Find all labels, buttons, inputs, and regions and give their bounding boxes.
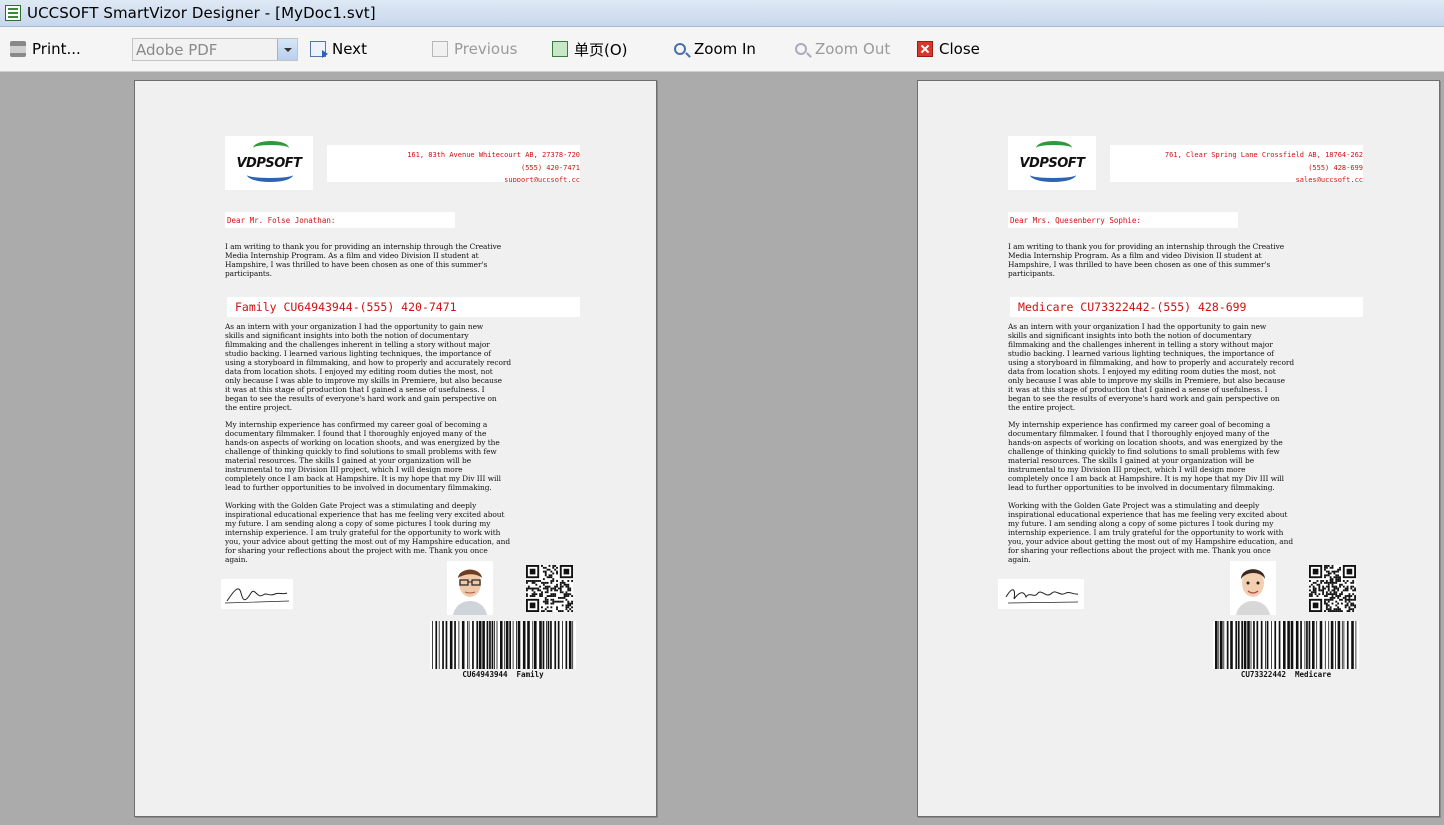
letter-paragraph-4: Working with the Golden Gate Project was… — [225, 501, 511, 564]
print-preview-area[interactable]: VDPSOFT 161, 83th Avenue Whitecourt AB, … — [0, 72, 1444, 825]
portrait-photo — [447, 561, 493, 615]
close-button[interactable]: Close — [917, 38, 980, 60]
company-logo: VDPSOFT — [1008, 136, 1096, 190]
signature-icon — [224, 588, 290, 604]
letter-paragraph-1: I am writing to thank you for providing … — [225, 242, 502, 278]
barcode-icon — [1213, 621, 1359, 669]
salutation: Dear Mr. Folse Jonathan: — [225, 212, 455, 228]
close-icon — [917, 41, 933, 57]
letter-paragraph-1: I am writing to thank you for providing … — [1008, 242, 1285, 278]
letter-paragraph-2: As an intern with your organization I ha… — [1008, 322, 1295, 412]
member-id-line: Medicare CU73322442-(555) 428-699 — [1010, 297, 1363, 317]
zoom-out-button[interactable]: Zoom Out — [795, 38, 890, 60]
close-label: Close — [939, 40, 980, 58]
logo-text: VDPSOFT — [236, 155, 302, 171]
chevron-down-icon[interactable] — [277, 39, 297, 60]
signature-image — [998, 579, 1084, 609]
printer-icon — [10, 41, 26, 57]
printer-select[interactable]: Adobe PDF — [132, 38, 298, 61]
zoom-out-icon — [795, 43, 807, 55]
phone-line: (555) 428-699 — [1308, 163, 1363, 172]
barcode — [430, 621, 576, 669]
single-page-icon — [552, 41, 568, 57]
zoom-in-label: Zoom In — [694, 40, 756, 58]
logo-swoosh-icon — [1036, 141, 1072, 155]
qr-code — [526, 565, 573, 612]
address-block: 761, Clear Spring Lane Crossfield AB, 18… — [1110, 145, 1363, 182]
zoom-in-button[interactable]: Zoom In — [674, 38, 756, 60]
printer-select-value: Adobe PDF — [136, 40, 218, 59]
print-button[interactable]: Print... — [10, 38, 81, 60]
title-bar: UCCSOFT SmartVizor Designer - [MyDoc1.sv… — [0, 0, 1444, 27]
letter-paragraph-3: My internship experience has confirmed m… — [1008, 420, 1284, 492]
email-line: support@uccsoft.cc — [504, 176, 580, 182]
next-page-icon — [310, 41, 328, 58]
address-line: 761, Clear Spring Lane Crossfield AB, 18… — [1164, 151, 1363, 159]
portrait-photo — [1230, 561, 1276, 615]
previous-page-icon — [432, 41, 448, 57]
previous-label: Previous — [454, 40, 518, 58]
letter-paragraph-4: Working with the Golden Gate Project was… — [1008, 501, 1294, 564]
avatar — [1230, 561, 1276, 615]
logo-swoosh-icon — [253, 141, 289, 155]
email-line: sales@uccsoft.cc — [1295, 176, 1363, 182]
company-logo: VDPSOFT — [225, 136, 313, 190]
qr-code-icon — [1309, 565, 1356, 612]
signature-image — [221, 579, 293, 609]
avatar — [447, 561, 493, 615]
preview-page-1: VDPSOFT 161, 83th Avenue Whitecourt AB, … — [134, 80, 657, 817]
letter-paragraph-3: My internship experience has confirmed m… — [225, 420, 501, 492]
preview-page-2: VDPSOFT 761, Clear Spring Lane Crossfiel… — [917, 80, 1440, 817]
single-page-label: 单页(O) — [574, 40, 628, 59]
barcode — [1213, 621, 1359, 669]
barcode-text: CU64943944 Family — [462, 670, 544, 679]
zoom-in-icon — [674, 43, 686, 55]
window-title: UCCSOFT SmartVizor Designer - [MyDoc1.sv… — [27, 4, 376, 22]
previous-button[interactable]: Previous — [432, 38, 517, 60]
barcode-icon — [430, 621, 576, 669]
zoom-out-label: Zoom Out — [815, 40, 891, 58]
phone-line: (555) 420-7471 — [520, 163, 580, 172]
address-block: 161, 83th Avenue Whitecourt AB, 27378-72… — [327, 145, 580, 182]
address-line: 161, 83th Avenue Whitecourt AB, 27378-72… — [407, 151, 580, 159]
print-label: Print... — [32, 40, 81, 58]
next-button[interactable]: Next — [310, 38, 367, 60]
qr-code-icon — [526, 565, 573, 612]
app-icon — [5, 5, 21, 21]
member-id-line: Family CU64943944-(555) 420-7471 — [227, 297, 580, 317]
single-page-button[interactable]: 单页(O) — [552, 38, 628, 60]
barcode-text: CU73322442 Medicare — [1240, 670, 1332, 679]
next-label: Next — [332, 40, 367, 58]
qr-code — [1309, 565, 1356, 612]
signature-icon — [1005, 589, 1079, 604]
letter-paragraph-2: As an intern with your organization I ha… — [225, 322, 512, 412]
salutation: Dear Mrs. Quesenberry Sophie: — [1008, 212, 1238, 228]
logo-text: VDPSOFT — [1019, 155, 1085, 171]
